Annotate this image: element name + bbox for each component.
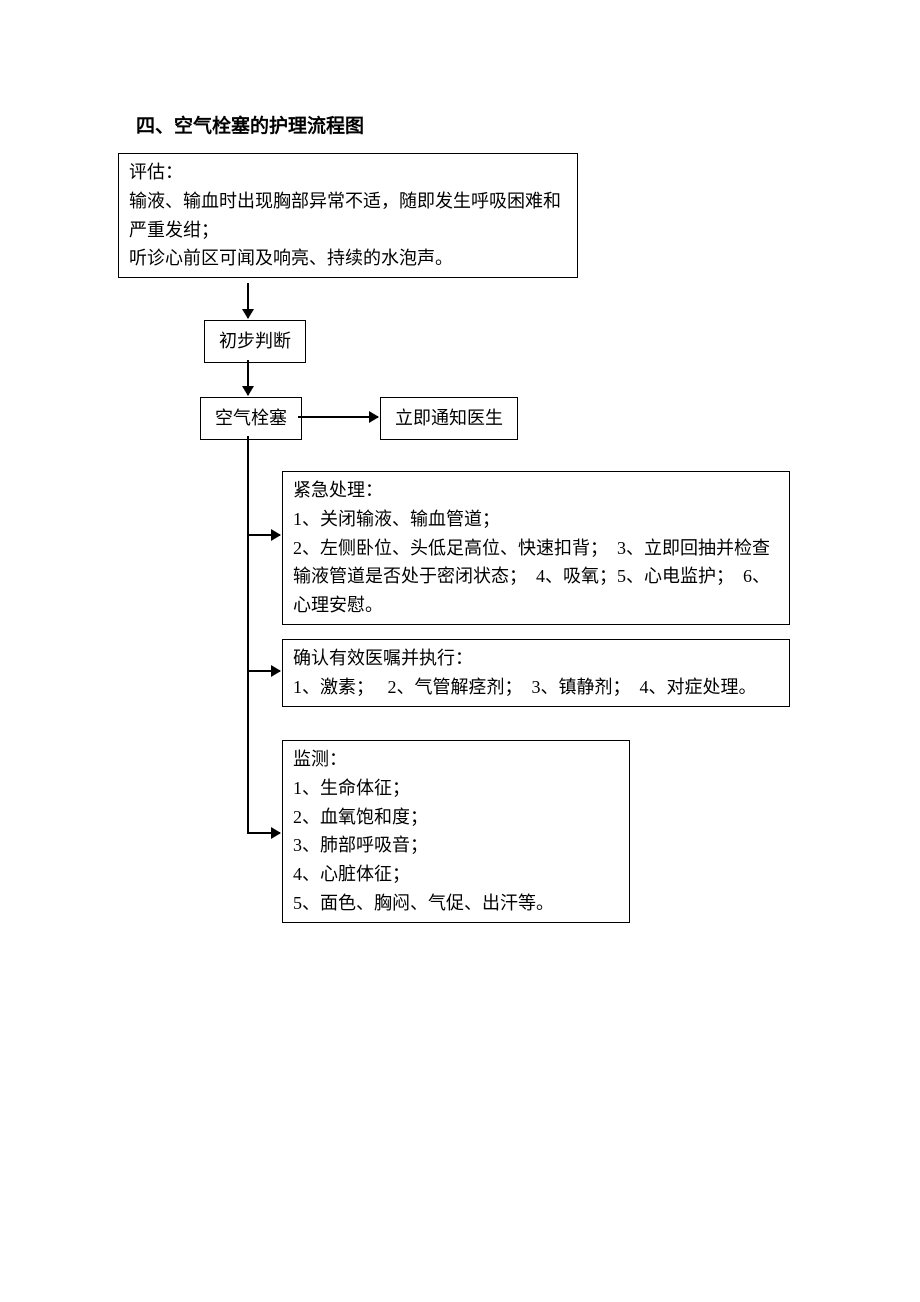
arrow-to-emergency xyxy=(247,534,280,536)
arrow-diag-to-notify xyxy=(298,416,378,418)
assessment-box: 评估： 输液、输血时出现胸部异常不适，随即发生呼吸困难和严重发绀； 听诊心前区可… xyxy=(118,153,578,278)
diagnosis-box: 空气栓塞 xyxy=(200,397,302,440)
arrow-to-monitor xyxy=(247,832,280,834)
arrow-to-orders xyxy=(247,670,280,672)
notify-box: 立即通知医生 xyxy=(380,397,518,440)
emergency-box: 紧急处理： 1、关闭输液、输血管道； 2、左侧卧位、头低足高位、快速扣背； 3、… xyxy=(282,471,790,625)
orders-box: 确认有效医嘱并执行： 1、激素； 2、气管解痉剂； 3、镇静剂； 4、对症处理。 xyxy=(282,639,790,707)
page-title: 四、空气栓塞的护理流程图 xyxy=(136,112,364,142)
arrow-prelim-to-diag xyxy=(247,360,249,395)
arrow-assess-to-prelim xyxy=(247,283,249,318)
monitor-box: 监测： 1、生命体征； 2、血氧饱和度； 3、肺部呼吸音； 4、心脏体征； 5、… xyxy=(282,740,630,923)
main-vertical-line xyxy=(247,436,249,833)
prelim-box: 初步判断 xyxy=(204,320,306,363)
